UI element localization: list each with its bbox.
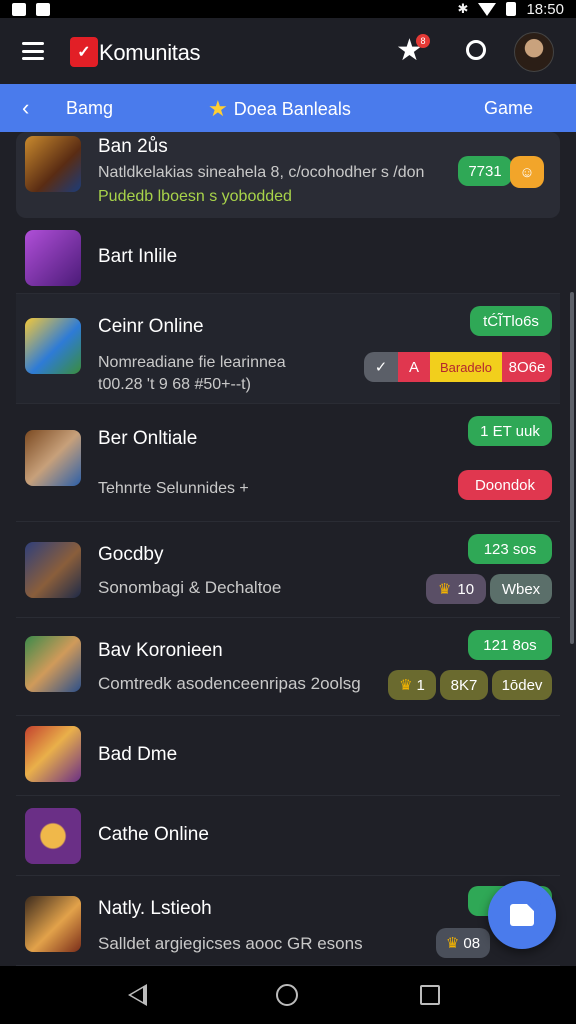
tab-center-label: Doea Banleals [233, 98, 351, 119]
trophy-chip: ♛ 10 [426, 574, 486, 604]
chip-value: 1 [416, 676, 425, 694]
check-segment: ✓ [364, 352, 398, 382]
compose-icon [510, 904, 534, 926]
trophy-icon: ♛ [437, 581, 452, 598]
game-thumbnail [25, 636, 81, 692]
game-subtitle: Sonombagi & Dechaltoe [98, 578, 282, 597]
progress-segments: ✓ A Baradelo 8O6e [364, 352, 552, 382]
game-subtitle: Comtredk asodenceenripas 2oolsg [98, 674, 361, 693]
tab-right[interactable]: Game [484, 98, 533, 119]
nav-home-icon[interactable] [276, 984, 298, 1006]
wifi-icon [478, 2, 497, 16]
game-title: Ban 2ůs [98, 136, 168, 157]
list-item[interactable]: Ber Onltiale Tehnrte Selunnides + 1 ET u… [16, 404, 560, 522]
game-subtitle: Salldet argiegicses aooc GR esons [98, 934, 363, 953]
hamburger-icon[interactable] [22, 42, 44, 60]
avatar-badge-icon: ☺ [510, 156, 544, 188]
trophy-chip: ♛ 1 [388, 670, 436, 700]
game-thumbnail [25, 542, 81, 598]
star-icon: ★ [208, 96, 228, 121]
game-thumbnail [25, 808, 81, 864]
chip-value: 08 [463, 934, 481, 952]
avatar[interactable] [514, 32, 554, 72]
game-subtitle-2: Pudedb lboesn s yobodded [98, 188, 292, 205]
compose-button[interactable] [488, 881, 556, 949]
game-title: Bav Koronieen [98, 640, 223, 661]
notification-small-icon [12, 2, 26, 16]
game-title: Ber Onltiale [98, 428, 198, 449]
status-badge: tĆĨTlo6s [470, 306, 552, 336]
app-bar: ✓ Komunitas ★ 8 [0, 18, 576, 84]
status-badge: 123 sos [468, 534, 552, 564]
app-title: Komunitas [99, 40, 201, 65]
game-thumbnail [25, 726, 81, 782]
a-segment: A [398, 352, 430, 382]
status-right: ✱ 18:50 [458, 1, 564, 18]
list-item[interactable]: Ceinr Online Nomreadiane fie learinnea t… [16, 294, 560, 404]
status-bar: ✱ 18:50 [0, 0, 576, 18]
nav-recent-icon[interactable] [420, 985, 440, 1005]
settings-icon[interactable] [466, 40, 486, 60]
chip-tag: 8K7 [440, 670, 488, 700]
game-title: Ceinr Online [98, 316, 204, 337]
tab-center[interactable]: ★ Doea Banleals [208, 96, 351, 122]
tab-bar: ‹ Bamg ★ Doea Banleals Game [0, 84, 576, 132]
list-item[interactable]: Gocdby Sonombagi & Dechaltoe 123 sos ♛ 1… [16, 522, 560, 618]
game-title: Natly. Lstieoh [98, 898, 212, 919]
status-left-icons [12, 2, 50, 16]
trophy-icon: ♛ [399, 677, 413, 694]
chip-tag: Wbex [490, 574, 552, 604]
status-badge: 121 8os [468, 630, 552, 660]
notification-badge: 8 [416, 34, 430, 48]
nav-back-icon[interactable] [128, 984, 147, 1006]
game-thumbnail [25, 430, 81, 486]
status-badge: 7731 [458, 156, 512, 186]
list-item[interactable]: Cathe Online [16, 796, 560, 876]
list-item[interactable]: Bart Inlile [16, 224, 560, 294]
game-title: Cathe Online [98, 824, 209, 845]
game-title: Bart Inlile [98, 246, 178, 267]
status-time: 18:50 [526, 0, 564, 18]
trophy-chip: ♛ 08 [436, 928, 490, 958]
yellow-segment: Baradelo [430, 352, 502, 382]
battery-icon [506, 2, 517, 16]
game-title: Bad Dme [98, 744, 178, 765]
game-thumbnail [25, 136, 81, 192]
game-subtitle: Tehnrte Selunnides + [98, 480, 249, 497]
game-title: Gocdby [98, 544, 164, 565]
system-nav-bar [0, 966, 576, 1024]
notification-button[interactable]: ★ 8 [396, 34, 430, 68]
game-thumbnail [25, 230, 81, 286]
game-subtitle-2: t00.28 't 9 68 #50+--t) [98, 376, 251, 393]
logo-icon[interactable]: ✓ [70, 37, 98, 67]
game-thumbnail [25, 318, 81, 374]
scrollbar[interactable] [570, 292, 574, 644]
game-subtitle: Nomreadiane fie learinnea [98, 354, 286, 371]
chip-tag-2: 1ōdev [492, 670, 552, 700]
bluetooth-icon: ✱ [457, 1, 469, 16]
status-badge: 1 ET uuk [468, 416, 552, 446]
list-item[interactable]: Natly. Lstieoh Salldet argiegicses aooc … [16, 876, 560, 966]
back-arrow-icon[interactable]: ‹ [22, 95, 29, 121]
chip-value: 10 [457, 580, 475, 598]
list-item[interactable]: Bav Koronieen Comtredk asodenceenripas 2… [16, 618, 560, 716]
list-item[interactable]: Ban 2ůs Natldkelakias sineahela 8, c/oco… [16, 132, 560, 218]
game-subtitle: Natldkelakias sineahela 8, c/ocohodher s… [98, 164, 425, 181]
game-thumbnail [25, 896, 81, 952]
trophy-icon: ♛ [445, 935, 460, 952]
red-segment: 8O6e [502, 352, 552, 382]
game-list: Ban 2ůs Natldkelakias sineahela 8, c/oco… [0, 132, 576, 966]
list-item[interactable]: Bad Dme [16, 716, 560, 796]
app-small-icon [36, 2, 50, 16]
tab-left[interactable]: Bamg [66, 98, 113, 119]
tag-badge: Doondok [458, 470, 552, 500]
